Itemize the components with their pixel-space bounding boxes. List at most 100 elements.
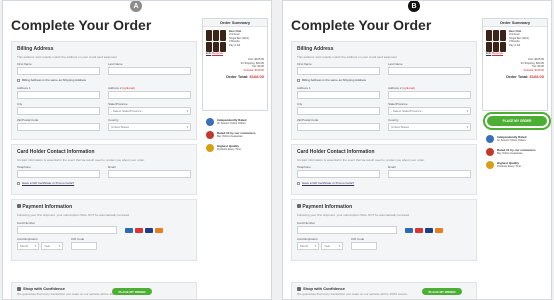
- section-note: This address must exactly match the addr…: [17, 55, 117, 59]
- amex-icon: [405, 227, 413, 233]
- zip-field[interactable]: [17, 123, 100, 131]
- address2-field[interactable]: [108, 91, 191, 99]
- trust-badge: Rated #1 by our customers Buy Online Guar…: [206, 131, 266, 139]
- gift-code-link[interactable]: Have a Gift Certificate or Promo Code?: [297, 181, 471, 185]
- cvv-label: CID Code: [351, 237, 365, 241]
- remove-link[interactable]: Remove: [212, 51, 223, 55]
- checkout-form: Billing Address This address must exactl…: [291, 41, 477, 265]
- chevron-down-icon: ▾: [58, 244, 60, 248]
- address1-field[interactable]: [297, 91, 380, 99]
- cvv-label: CID Code: [71, 237, 85, 241]
- first-name-field[interactable]: [297, 67, 380, 75]
- same-as-shipping-checkbox[interactable]: Billing Address is the same as Shipping …: [297, 78, 471, 82]
- zip-label: Zip/Postal Code: [297, 118, 319, 122]
- price-breakdown: Cost: $105.00 4X Shipping: $60.00 Tax: $…: [240, 58, 264, 72]
- month-select[interactable]: Month ▾: [297, 242, 319, 250]
- visa-icon: [145, 227, 153, 233]
- telephone-field[interactable]: [17, 170, 100, 178]
- trust-badge: Independently Rated for Secure Online Ord…: [206, 118, 266, 126]
- shield-icon: [206, 118, 214, 126]
- month-select[interactable]: Month ▾: [17, 242, 39, 250]
- section-title: Card Holder Contact Information: [17, 149, 95, 155]
- place-order-button[interactable]: PLACE MY ORDER: [112, 288, 152, 295]
- lock-icon: [297, 204, 301, 208]
- lock-icon: [17, 286, 21, 291]
- checkbox-icon: [17, 181, 20, 185]
- city-field[interactable]: [17, 107, 100, 115]
- visa-icon: [425, 227, 433, 233]
- telephone-label: Telephone: [17, 165, 31, 169]
- last-name-field[interactable]: [388, 67, 471, 75]
- section-note: Following your first shipment, your subs…: [297, 213, 410, 217]
- email-field[interactable]: [108, 170, 191, 178]
- telephone-field[interactable]: [297, 170, 380, 178]
- card-number-label: Card Number: [17, 221, 36, 225]
- address2-field[interactable]: [388, 91, 471, 99]
- edit-link[interactable]: Edit: [206, 51, 211, 55]
- confidence-note: We guarantee that every transaction you …: [17, 292, 128, 296]
- discover-icon: [155, 227, 163, 233]
- gift-code-link[interactable]: Have a Gift Certificate or Promo Code?: [17, 181, 191, 185]
- price-breakdown: Cost: $105.00 4X Shipping: $60.00 Tax: $…: [520, 58, 544, 72]
- state-select[interactable]: - Select State/Province - ▾: [108, 107, 191, 115]
- cvv-field[interactable]: [71, 242, 97, 250]
- chevron-down-icon: ▾: [466, 109, 468, 113]
- last-name-label: Last Name: [388, 62, 403, 66]
- heart-icon: [486, 148, 494, 156]
- expiration-label: Card Expiration: [297, 237, 318, 241]
- card-number-field[interactable]: [297, 226, 397, 234]
- mastercard-icon: [135, 227, 143, 233]
- section-note: Contact information is essential in the …: [297, 158, 425, 162]
- section-title: Billing Address: [297, 46, 334, 52]
- chevron-down-icon: ▾: [34, 244, 36, 248]
- chevron-down-icon: ▾: [338, 244, 340, 248]
- trust-badge: Independently Rated for Secure Online Ord…: [486, 135, 546, 143]
- confidence-title: Shop with Confidence: [303, 286, 345, 291]
- summary-title: Order Summary: [483, 19, 547, 27]
- shield-icon: [486, 135, 494, 143]
- section-note: Following your first shipment, your subs…: [17, 213, 130, 217]
- checkout-form: Billing Address This address must exactl…: [11, 41, 197, 265]
- email-field[interactable]: [388, 170, 471, 178]
- variant-badge: A: [130, 1, 142, 12]
- card-logos: [125, 227, 163, 233]
- order-summary: Order Summary Edit Remove Beer Club 2nd …: [482, 18, 548, 111]
- edit-link[interactable]: Edit: [486, 51, 491, 55]
- lock-icon: [297, 286, 301, 291]
- last-name-field[interactable]: [108, 67, 191, 75]
- section-title: Billing Address: [17, 46, 54, 52]
- state-select[interactable]: - Select State/Province - ▾: [388, 107, 471, 115]
- section-note: Contact information is essential in the …: [17, 158, 145, 162]
- mastercard-icon: [415, 227, 423, 233]
- trust-badge: Highest Quality Products Every Time: [486, 161, 546, 169]
- place-order-button-bottom[interactable]: PLACE MY ORDER: [422, 288, 462, 295]
- address2-label: Address 2 (optional): [388, 86, 415, 90]
- lock-icon: [17, 204, 21, 208]
- billing-section: Billing Address This address must exactl…: [11, 41, 197, 140]
- chevron-down-icon: ▾: [186, 125, 188, 129]
- first-name-field[interactable]: [17, 67, 100, 75]
- address1-field[interactable]: [17, 91, 100, 99]
- page-title: Complete Your Order: [11, 17, 152, 33]
- country-select[interactable]: United States ▾: [108, 123, 191, 131]
- country-label: Country: [388, 118, 399, 122]
- country-select[interactable]: United States ▾: [388, 123, 471, 131]
- same-as-shipping-checkbox[interactable]: Billing Address is the same as Shipping …: [17, 78, 191, 82]
- city-field[interactable]: [297, 107, 380, 115]
- cvv-field[interactable]: [351, 242, 377, 250]
- expiration-label: Card Expiration: [17, 237, 38, 241]
- remove-link[interactable]: Remove: [492, 51, 503, 55]
- year-select[interactable]: Year ▾: [41, 242, 63, 250]
- zip-field[interactable]: [297, 123, 380, 131]
- card-number-field[interactable]: [17, 226, 117, 234]
- variant-a-panel: A Complete Your Order Billing Address Th…: [2, 0, 272, 300]
- place-order-button[interactable]: PLACE MY ORDER: [487, 116, 547, 126]
- city-label: City: [297, 102, 303, 106]
- star-icon: [206, 144, 214, 152]
- year-select[interactable]: Year ▾: [321, 242, 343, 250]
- section-title: Card Holder Contact Information: [297, 149, 375, 155]
- section-title: Payment Information: [17, 204, 191, 210]
- billing-section: Billing Address This address must exactl…: [291, 41, 477, 140]
- state-label: State/Province: [108, 102, 128, 106]
- star-icon: [486, 161, 494, 169]
